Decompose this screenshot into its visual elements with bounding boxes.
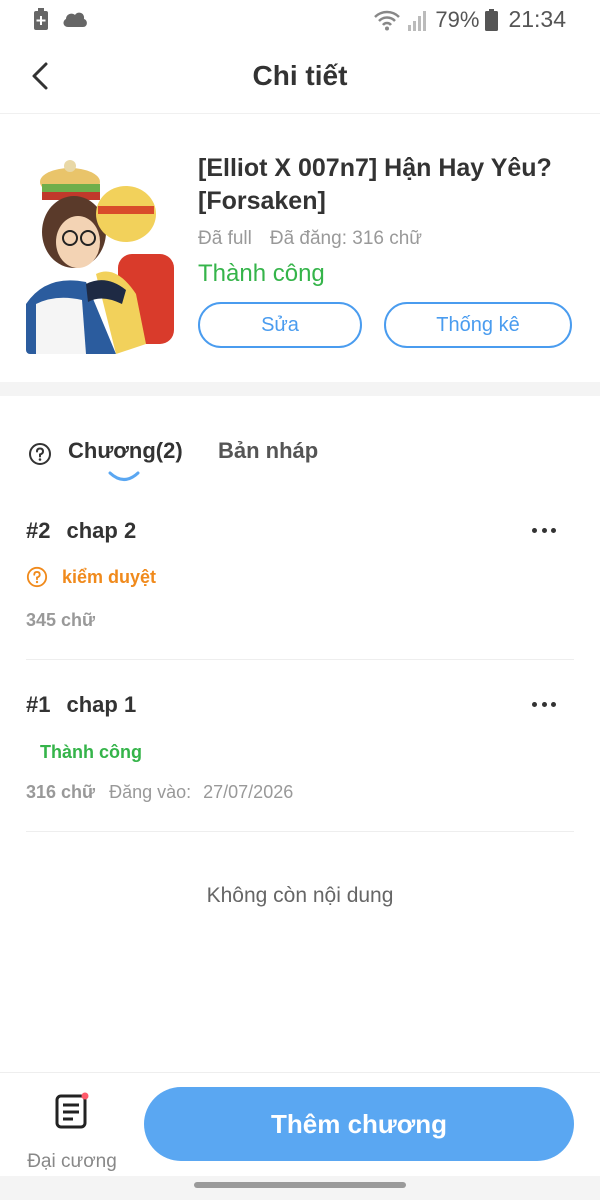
more-dot-icon [541, 527, 547, 533]
more-options-button[interactable] [524, 692, 564, 716]
chapter-name: chap 2 [66, 518, 137, 543]
active-tab-indicator [108, 471, 140, 481]
bottom-action-bar: Đại cương Thêm chương [0, 1072, 600, 1176]
end-of-list-text: Không còn nội dung [206, 884, 394, 907]
chapter-number: #1 [26, 692, 51, 717]
battery-icon [485, 8, 499, 31]
battery-saver-icon [34, 8, 48, 30]
signal-icon [408, 10, 427, 31]
chapter-word-count: 345 chữ [26, 610, 96, 630]
chapter-number: #2 [26, 518, 51, 543]
chapter-list-item[interactable]: #2 chap 2 kiểm duyệt 345 chữ [26, 496, 574, 660]
notes-icon [55, 1092, 89, 1129]
review-status: kiểm duyệt [26, 566, 156, 588]
system-nav-bar [0, 1176, 600, 1200]
story-meta: Đã full Đã đăng: 316 chữ [198, 228, 422, 250]
home-indicator[interactable] [194, 1182, 406, 1188]
chapter-title: #1 chap 1 [26, 692, 136, 718]
wifi-icon [374, 10, 401, 30]
tab-bar: Chương(2) Bản nháp [0, 396, 600, 496]
cloud-icon [63, 12, 87, 27]
chapter-status-success: Thành công [40, 742, 142, 762]
chapter-word-count: 316 chữ [26, 782, 96, 802]
section-divider [0, 382, 600, 396]
battery-percent: 79% [435, 6, 480, 32]
top-app-bar: Chi tiết [0, 42, 600, 114]
more-options-button[interactable] [524, 518, 564, 542]
page-title: Chi tiết [252, 60, 348, 91]
story-status-full: Đã full [198, 228, 252, 249]
more-dot-icon [532, 701, 537, 707]
story-posted-words: Đã đăng: 316 chữ [269, 228, 423, 249]
question-circle-icon [26, 566, 48, 588]
story-title: [Elliot X 007n7] Hận Hay Yêu? [Forsaken] [198, 154, 552, 215]
status-bar: 79% 21:34 [0, 0, 600, 42]
more-dot-icon [551, 527, 556, 533]
tab-chapters[interactable]: Chương(2) [68, 438, 183, 464]
add-chapter-button[interactable]: Thêm chương [144, 1087, 574, 1161]
outline-label: Đại cương [27, 1151, 117, 1172]
statistics-button[interactable]: Thống kê [384, 302, 572, 348]
tab-drafts[interactable]: Bản nháp [218, 438, 318, 464]
more-dot-icon [541, 701, 547, 707]
edit-button[interactable]: Sửa [198, 302, 362, 348]
help-icon[interactable] [28, 442, 52, 466]
posted-on-label: Đăng vào: [109, 782, 192, 802]
more-dot-icon [551, 701, 556, 707]
posted-date: 27/07/2026 [203, 782, 294, 802]
clock: 21:34 [508, 6, 566, 32]
story-card: [Elliot X 007n7] Hận Hay Yêu? [Forsaken]… [0, 114, 600, 382]
chapter-meta: 345 chữ [26, 610, 109, 631]
review-status-text: kiểm duyệt [62, 566, 157, 587]
chapter-list-item[interactable]: #1 chap 1 Thành công 316 chữ Đăng vào: 27/0… [26, 660, 574, 832]
chapter-title: #2 chap 2 [26, 518, 136, 544]
chapter-name: chap 1 [66, 692, 137, 717]
story-cover-image[interactable] [26, 154, 178, 354]
more-dot-icon [532, 527, 537, 533]
chapter-meta: 316 chữ Đăng vào: 27/07/2026 [26, 782, 293, 803]
outline-button[interactable]: Đại cương [22, 1089, 122, 1172]
story-result-status: Thành công [198, 260, 325, 287]
